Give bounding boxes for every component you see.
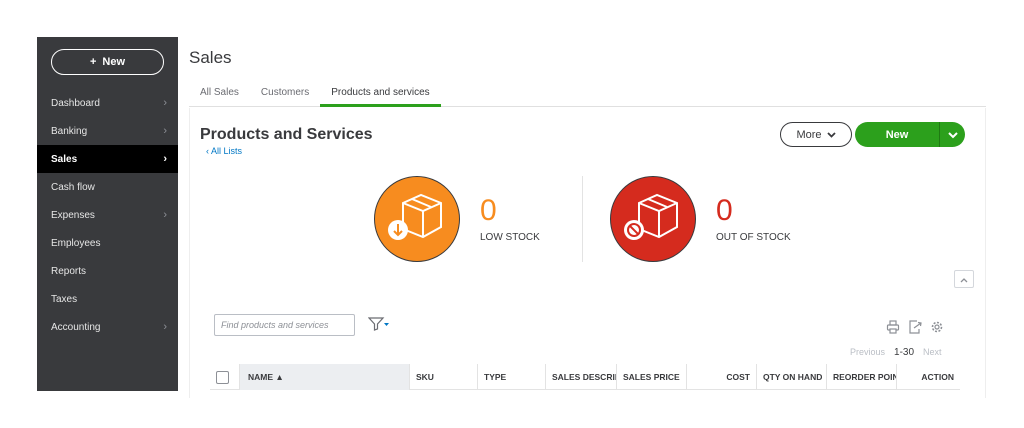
out-of-stock-count: 0 [716, 193, 733, 227]
chevron-right-icon: › [163, 125, 167, 137]
chevron-right-icon: › [163, 97, 167, 109]
select-all-checkbox[interactable] [216, 370, 229, 384]
all-lists-link[interactable]: ‹ All Lists [206, 146, 242, 156]
column-sales-description[interactable]: SALES DESCRIPTION [546, 364, 617, 390]
collapse-button[interactable] [954, 270, 974, 288]
sidebar-item-label: Expenses [51, 209, 95, 221]
low-stock-label: LOW STOCK [480, 231, 540, 243]
chevron-right-icon: › [163, 209, 167, 221]
pager-next[interactable]: Next [923, 347, 942, 357]
sidebar-item-reports[interactable]: Reports [37, 257, 178, 285]
pagination: Previous 1-30 Next [850, 347, 942, 358]
column-action: ACTION [921, 372, 954, 382]
gear-icon[interactable] [930, 320, 944, 339]
sidebar-new-label: New [102, 56, 126, 68]
tab-all-sales[interactable]: All Sales [189, 80, 250, 107]
new-button[interactable]: New [855, 122, 939, 147]
print-icon[interactable] [886, 320, 900, 339]
page-title: Sales [189, 48, 232, 67]
sidebar-item-label: Sales [51, 153, 78, 165]
chevron-down-icon [826, 129, 836, 141]
sidebar-item-label: Dashboard [51, 97, 100, 109]
plus-icon: + [89, 56, 97, 68]
column-reorder-point[interactable]: REORDER POINT [827, 364, 897, 390]
column-sku[interactable]: SKU [410, 364, 478, 390]
sidebar-item-label: Accounting [51, 321, 101, 333]
column-name[interactable]: NAME ▲ [240, 364, 410, 390]
tab-customers[interactable]: Customers [250, 80, 320, 107]
all-lists-label: All Lists [211, 146, 243, 156]
chevron-right-icon: › [163, 321, 167, 333]
sidebar-nav: Dashboard › Banking › Sales › Cash flow … [37, 89, 178, 341]
out-of-stock-widget[interactable]: 0 OUT OF STOCK [610, 176, 791, 262]
tab-products-and-services[interactable]: Products and services [320, 80, 441, 107]
low-stock-widget[interactable]: 0 LOW STOCK [374, 176, 540, 262]
sidebar-item-label: Reports [51, 265, 87, 277]
sidebar-item-label: Banking [51, 125, 88, 137]
filter-icon[interactable] [367, 317, 390, 336]
sidebar-item-expenses[interactable]: Expenses › [37, 201, 178, 229]
chevron-up-icon [960, 270, 968, 288]
more-label: More [796, 128, 822, 141]
box-download-icon [374, 176, 460, 262]
sidebar-item-label: Employees [51, 237, 101, 249]
new-dropdown-button[interactable] [939, 122, 965, 147]
new-split-button: New [855, 122, 965, 147]
column-type[interactable]: TYPE [478, 364, 546, 390]
column-sales-price[interactable]: SALES PRICE [617, 364, 687, 390]
chevron-down-icon [947, 126, 958, 144]
content-title: Products and Services [200, 126, 373, 143]
sidebar-item-cash-flow[interactable]: Cash flow [37, 173, 178, 201]
chevron-right-icon: › [163, 153, 167, 165]
sidebar-item-banking[interactable]: Banking › [37, 117, 178, 145]
sidebar-new-button[interactable]: + New [51, 49, 164, 75]
pager-previous[interactable]: Previous [850, 347, 885, 357]
stock-divider [582, 176, 583, 262]
box-blocked-icon [610, 176, 696, 262]
out-of-stock-label: OUT OF STOCK [716, 231, 791, 243]
search-input[interactable] [214, 314, 355, 336]
sidebar-item-taxes[interactable]: Taxes [37, 285, 178, 313]
select-all-cell [210, 364, 240, 390]
sidebar-item-label: Cash flow [51, 181, 95, 193]
tab-bar: All Sales Customers Products and service… [189, 80, 986, 107]
sidebar-item-label: Taxes [51, 293, 78, 305]
sidebar-item-dashboard[interactable]: Dashboard › [37, 89, 178, 117]
sidebar-item-accounting[interactable]: Accounting › [37, 313, 178, 341]
table-tools [886, 320, 944, 339]
table-header: NAME ▲ SKU TYPE SALES DESCRIPTION SALES … [210, 364, 960, 390]
sidebar: + New Dashboard › Banking › Sales › Cash… [37, 37, 178, 391]
pager-range: 1-30 [894, 347, 915, 358]
sidebar-item-sales[interactable]: Sales › [37, 145, 178, 173]
more-button[interactable]: More [780, 122, 852, 147]
products-card: Products and Services ‹ All Lists More N… [189, 108, 986, 398]
low-stock-count: 0 [480, 193, 497, 227]
column-cost[interactable]: COST [687, 364, 757, 390]
column-qty-on-hand[interactable]: QTY ON HAND [757, 364, 827, 390]
sidebar-item-employees[interactable]: Employees [37, 229, 178, 257]
chevron-left-icon: ‹ [206, 146, 209, 156]
export-icon[interactable] [908, 320, 922, 339]
